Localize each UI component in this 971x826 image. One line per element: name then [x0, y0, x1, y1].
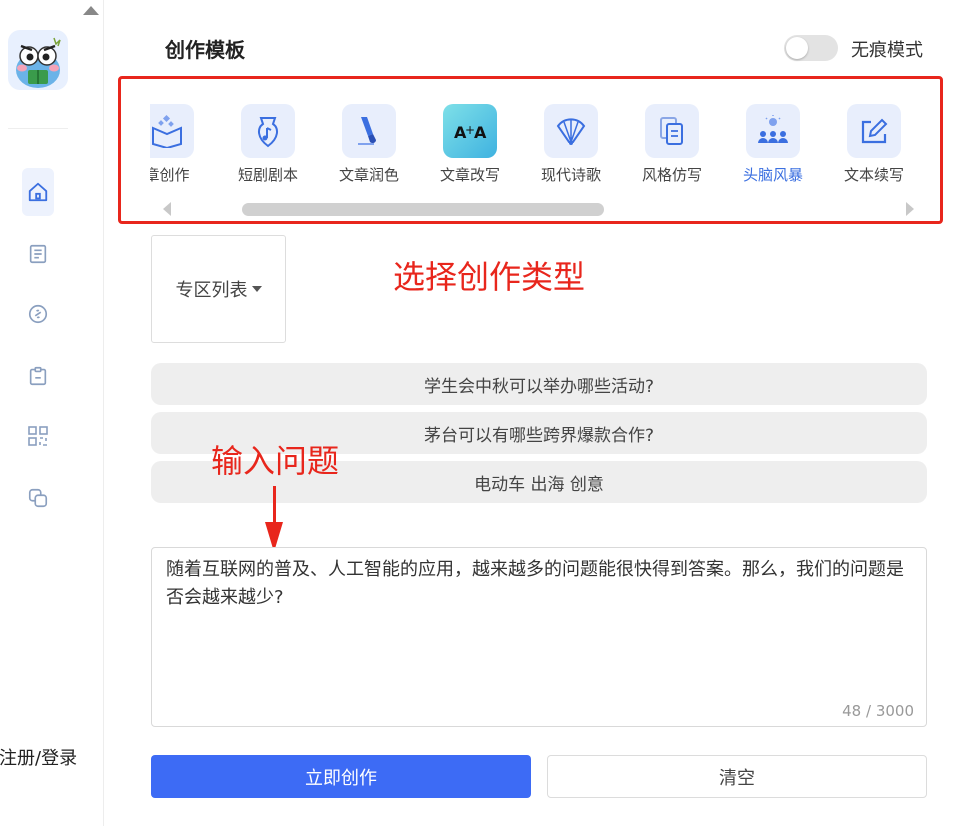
page-title: 创作模板	[165, 38, 245, 62]
documents-icon	[645, 104, 699, 158]
incognito-toggle[interactable]	[784, 35, 838, 61]
brush-icon	[342, 104, 396, 158]
question-input[interactable]: 随着互联网的普及、人工智能的应用，越来越多的问题能很快得到答案。那么，我们的问题…	[151, 547, 927, 727]
clipboard-icon	[29, 366, 47, 386]
toggle-knob	[786, 37, 808, 59]
scroll-right-icon[interactable]	[906, 202, 914, 216]
nav-copy[interactable]	[22, 474, 54, 522]
template-label: 现代诗歌	[540, 166, 601, 184]
create-button[interactable]: 立即创作	[151, 755, 531, 798]
template-short-drama[interactable]: 短剧剧本	[223, 104, 313, 185]
template-label: 头脑风暴	[742, 166, 803, 184]
sidebar: 注册/登录	[0, 0, 104, 826]
template-label: 短剧剧本	[237, 166, 298, 184]
incognito-label: 无痕模式	[851, 40, 923, 61]
template-label: 文本续写	[843, 166, 904, 184]
caret-down-icon	[251, 286, 262, 292]
login-link[interactable]: 注册/登录	[0, 744, 77, 770]
book-create-icon	[150, 104, 194, 158]
template-strip[interactable]: 章创作 短剧剧本 文章润色 A + A 文章改写 现代诗歌 风格仿写 头脑风暴 …	[150, 104, 920, 194]
app-logo[interactable]	[8, 30, 68, 90]
template-rewrite[interactable]: A + A 文章改写	[425, 104, 515, 185]
nav-documents[interactable]	[22, 230, 54, 278]
nav-clipboard[interactable]	[22, 352, 54, 400]
app-root: 注册/登录 创作模板 无痕模式 章创作 短剧剧本 文章润色 A + A 文章改写…	[0, 0, 971, 826]
template-scrollbar[interactable]	[242, 203, 604, 216]
home-icon	[28, 182, 48, 202]
fan-icon	[544, 104, 598, 158]
template-continue[interactable]: 文本续写	[829, 104, 919, 185]
template-poetry[interactable]: 现代诗歌	[526, 104, 616, 185]
template-label: 章创作	[150, 166, 190, 184]
sidebar-divider	[8, 128, 68, 129]
scroll-left-icon[interactable]	[163, 202, 171, 216]
zone-list-label: 专区列表	[175, 280, 248, 301]
team-idea-icon	[746, 104, 800, 158]
template-style-imitation[interactable]: 风格仿写	[627, 104, 717, 185]
annotation-select-type: 选择创作类型	[393, 258, 586, 296]
char-counter: 48 / 3000	[842, 702, 914, 720]
template-label: 文章改写	[439, 166, 500, 184]
svg-text:A: A	[474, 123, 487, 142]
nav-links[interactable]	[22, 290, 54, 338]
pen-nib-icon	[241, 104, 295, 158]
edit-box-icon	[847, 104, 901, 158]
template-label: 文章润色	[338, 166, 399, 184]
document-icon	[29, 244, 47, 264]
template-brainstorm[interactable]: 头脑风暴	[728, 104, 818, 185]
scroll-up-icon[interactable]	[83, 6, 99, 15]
nav-apps[interactable]	[22, 412, 54, 460]
zone-list-dropdown[interactable]: 专区列表	[151, 235, 286, 343]
text-rewrite-icon: A + A	[443, 104, 497, 158]
suggestion-item[interactable]: 学生会中秋可以举办哪些活动?	[151, 363, 927, 405]
link-icon	[28, 304, 48, 324]
grid-icon	[28, 426, 48, 446]
annotation-input-question: 输入问题	[211, 442, 340, 480]
template-polish[interactable]: 文章润色	[324, 104, 414, 185]
template-article-create[interactable]: 章创作	[150, 104, 212, 185]
template-label: 风格仿写	[641, 166, 702, 184]
clear-button[interactable]: 清空	[547, 755, 927, 798]
copy-icon	[28, 488, 48, 508]
nav-home[interactable]	[22, 168, 54, 216]
